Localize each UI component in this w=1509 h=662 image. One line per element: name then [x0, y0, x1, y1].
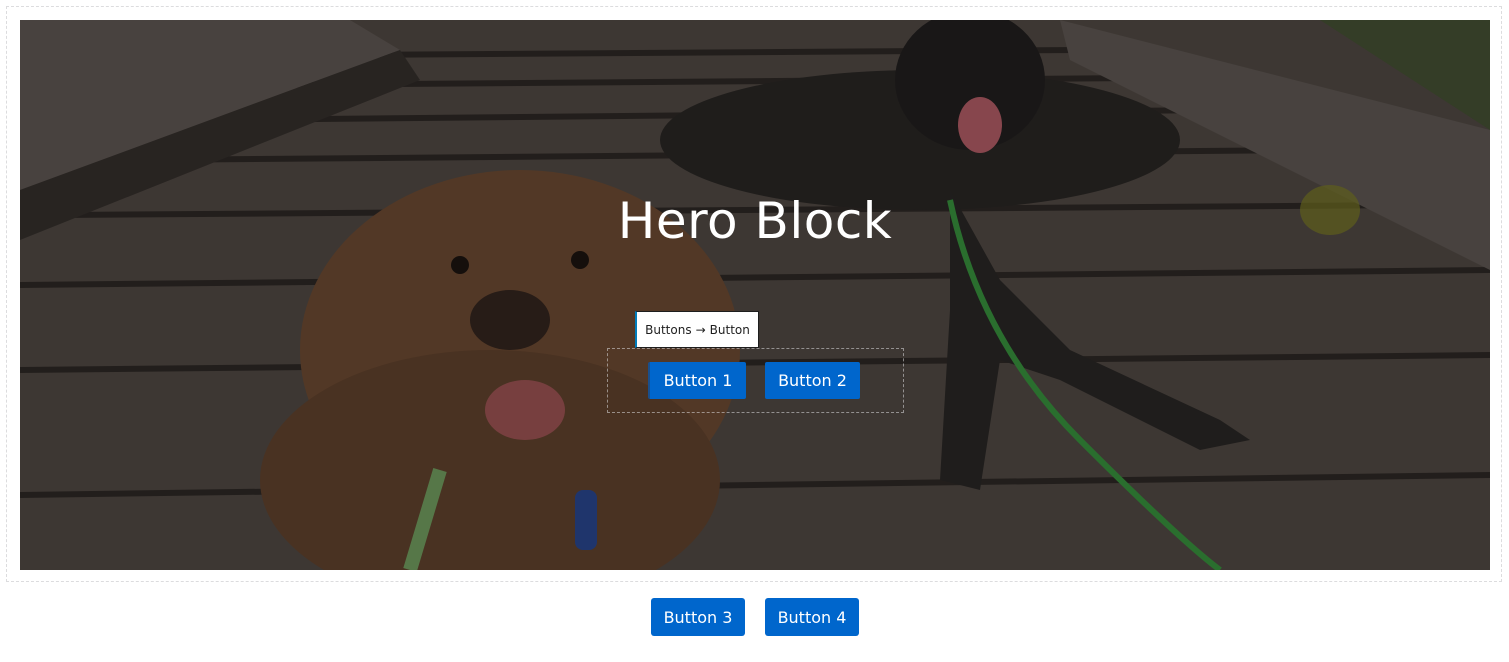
button-4[interactable]: Button 4	[765, 598, 859, 636]
block-breadcrumb-tag[interactable]: Buttons → Button	[635, 311, 759, 348]
hero-cover-block[interactable]: Hero Block	[20, 20, 1490, 570]
breadcrumb-current[interactable]: Button	[710, 323, 750, 337]
button-2[interactable]: Button 2	[765, 362, 860, 399]
hero-title[interactable]: Hero Block	[20, 192, 1490, 250]
button-3[interactable]: Button 3	[651, 598, 745, 636]
breadcrumb-parent[interactable]: Buttons	[645, 323, 691, 337]
hero-dim-overlay	[20, 20, 1490, 570]
breadcrumb-arrow-icon: →	[695, 322, 706, 337]
button-1[interactable]: Button 1	[648, 362, 746, 399]
